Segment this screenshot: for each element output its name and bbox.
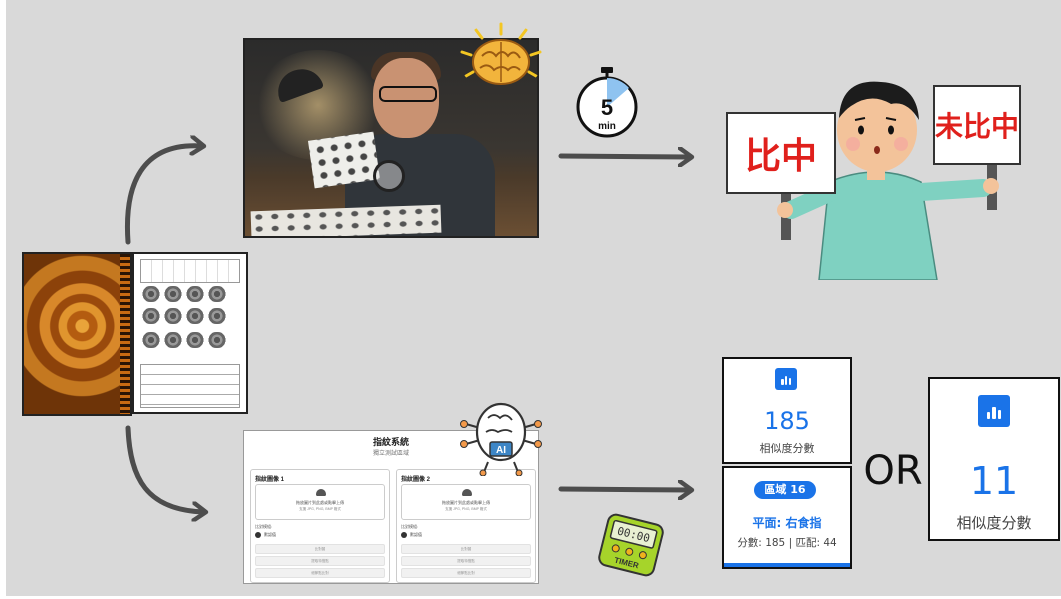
card-accent-bar xyxy=(724,563,850,567)
magnifier-icon xyxy=(373,160,405,192)
score-match-summary: 分數: 185 | 匹配: 44 xyxy=(737,537,837,549)
or-label: OR xyxy=(863,448,923,494)
arrow-to-manual xyxy=(124,146,202,245)
minutiae-compare-button[interactable]: 細節點比對 xyxy=(255,568,385,578)
match-sign: 比中 xyxy=(726,112,836,194)
module-label: 比對模組: xyxy=(255,524,273,529)
latent-fingerprint-image xyxy=(22,252,132,416)
extract-features-button[interactable]: 提取特徵點 xyxy=(401,556,531,566)
print-cell xyxy=(208,308,226,324)
low-similarity-card: 11 相似度分數 xyxy=(928,377,1060,541)
similarity-score-value: 185 xyxy=(764,407,810,435)
card-header xyxy=(140,259,240,283)
diagram-canvas: 5 min 比中 未比中 指紋系統 獨立測試區域 指紋圖像 1 拖放圖片到此處或… xyxy=(6,0,1061,596)
examiner-glasses xyxy=(379,86,437,102)
print-cell xyxy=(164,332,182,348)
print-cell xyxy=(186,286,204,302)
print-cell xyxy=(142,308,160,324)
low-similarity-value: 11 xyxy=(969,459,1019,503)
module-option: 默認值 xyxy=(410,532,422,537)
compare-image-button[interactable]: 比對圖 xyxy=(255,544,385,554)
stopwatch-unit: min xyxy=(598,121,616,132)
decision-person-illustration: 比中 未比中 xyxy=(721,70,1021,280)
panel-1-label: 指紋圖像 1 xyxy=(255,477,285,483)
radio-dot-icon xyxy=(401,532,407,538)
upload-panel-1: 指紋圖像 1 拖放圖片到此處或點擊上傳 支援 JPG, PNG, BMP 格式 … xyxy=(250,469,390,583)
upload-panel-2: 指紋圖像 2 拖放圖片到此處或點擊上傳 支援 JPG, PNG, BMP 格式 … xyxy=(396,469,536,583)
arrow-to-decision xyxy=(558,156,690,157)
scale-ruler xyxy=(120,254,130,414)
human-brain-icon xyxy=(460,22,542,85)
upload-hint: 拖放圖片到此處或點擊上傳 xyxy=(442,500,490,505)
ai-brain-icon: AI xyxy=(460,402,542,476)
print-cell xyxy=(164,286,182,302)
upload-dropzone-1[interactable]: 拖放圖片到此處或點擊上傳 支援 JPG, PNG, BMP 格式 xyxy=(255,484,385,520)
upload-dropzone-2[interactable]: 拖放圖片到此處或點擊上傳 支援 JPG, PNG, BMP 格式 xyxy=(401,484,531,520)
module-radio[interactable]: 默認值 xyxy=(401,532,422,538)
no-match-sign: 未比中 xyxy=(933,85,1021,165)
module-radio[interactable]: 默認值 xyxy=(255,532,276,538)
print-cell xyxy=(186,332,204,348)
print-cell xyxy=(208,332,226,348)
module-option: 默認值 xyxy=(264,532,276,537)
panel-2-label: 指紋圖像 2 xyxy=(401,477,431,483)
match-detail-card: 區域 16 平面: 右食指 分數: 185 | 匹配: 44 xyxy=(722,466,852,569)
fingerprint-sheet xyxy=(307,131,381,189)
ai-label: AI xyxy=(496,445,506,456)
ten-print-card-image xyxy=(132,252,248,414)
finger-plane: 平面: 右食指 xyxy=(752,516,822,530)
timer-icon: 00:00 TIMER xyxy=(598,513,664,577)
stopwatch-icon: 5 min xyxy=(576,67,638,138)
module-label: 比對模組: xyxy=(401,524,419,529)
print-cell xyxy=(208,286,226,302)
print-cell xyxy=(142,332,160,348)
similarity-score-card: 185 相似度分數 xyxy=(722,357,852,464)
print-cell xyxy=(186,308,204,324)
minutiae-compare-button[interactable]: 細節點比對 xyxy=(401,568,531,578)
region-badge: 區域 16 xyxy=(754,481,816,499)
format-hint: 支援 JPG, PNG, BMP 格式 xyxy=(299,507,341,511)
compare-image-button[interactable]: 比對圖 xyxy=(401,544,531,554)
desk-fingerprint-sheets xyxy=(250,204,442,236)
print-cell xyxy=(164,308,182,324)
upload-cloud-icon xyxy=(316,489,326,496)
bar-chart-icon xyxy=(775,368,797,390)
upload-hint: 拖放圖片到此處或點擊上傳 xyxy=(296,500,344,505)
arrow-to-results xyxy=(558,489,690,490)
bar-chart-icon xyxy=(978,395,1010,427)
stopwatch-value: 5 xyxy=(601,95,613,120)
arrow-to-ai xyxy=(125,425,204,512)
format-hint: 支援 JPG, PNG, BMP 格式 xyxy=(445,507,487,511)
print-cell xyxy=(142,286,160,302)
card-text-lines xyxy=(140,364,240,408)
extract-features-button[interactable]: 提取特徵點 xyxy=(255,556,385,566)
upload-cloud-icon xyxy=(462,489,472,496)
low-similarity-label: 相似度分數 xyxy=(956,514,1032,532)
similarity-score-label: 相似度分數 xyxy=(759,442,815,455)
radio-dot-icon xyxy=(255,532,261,538)
